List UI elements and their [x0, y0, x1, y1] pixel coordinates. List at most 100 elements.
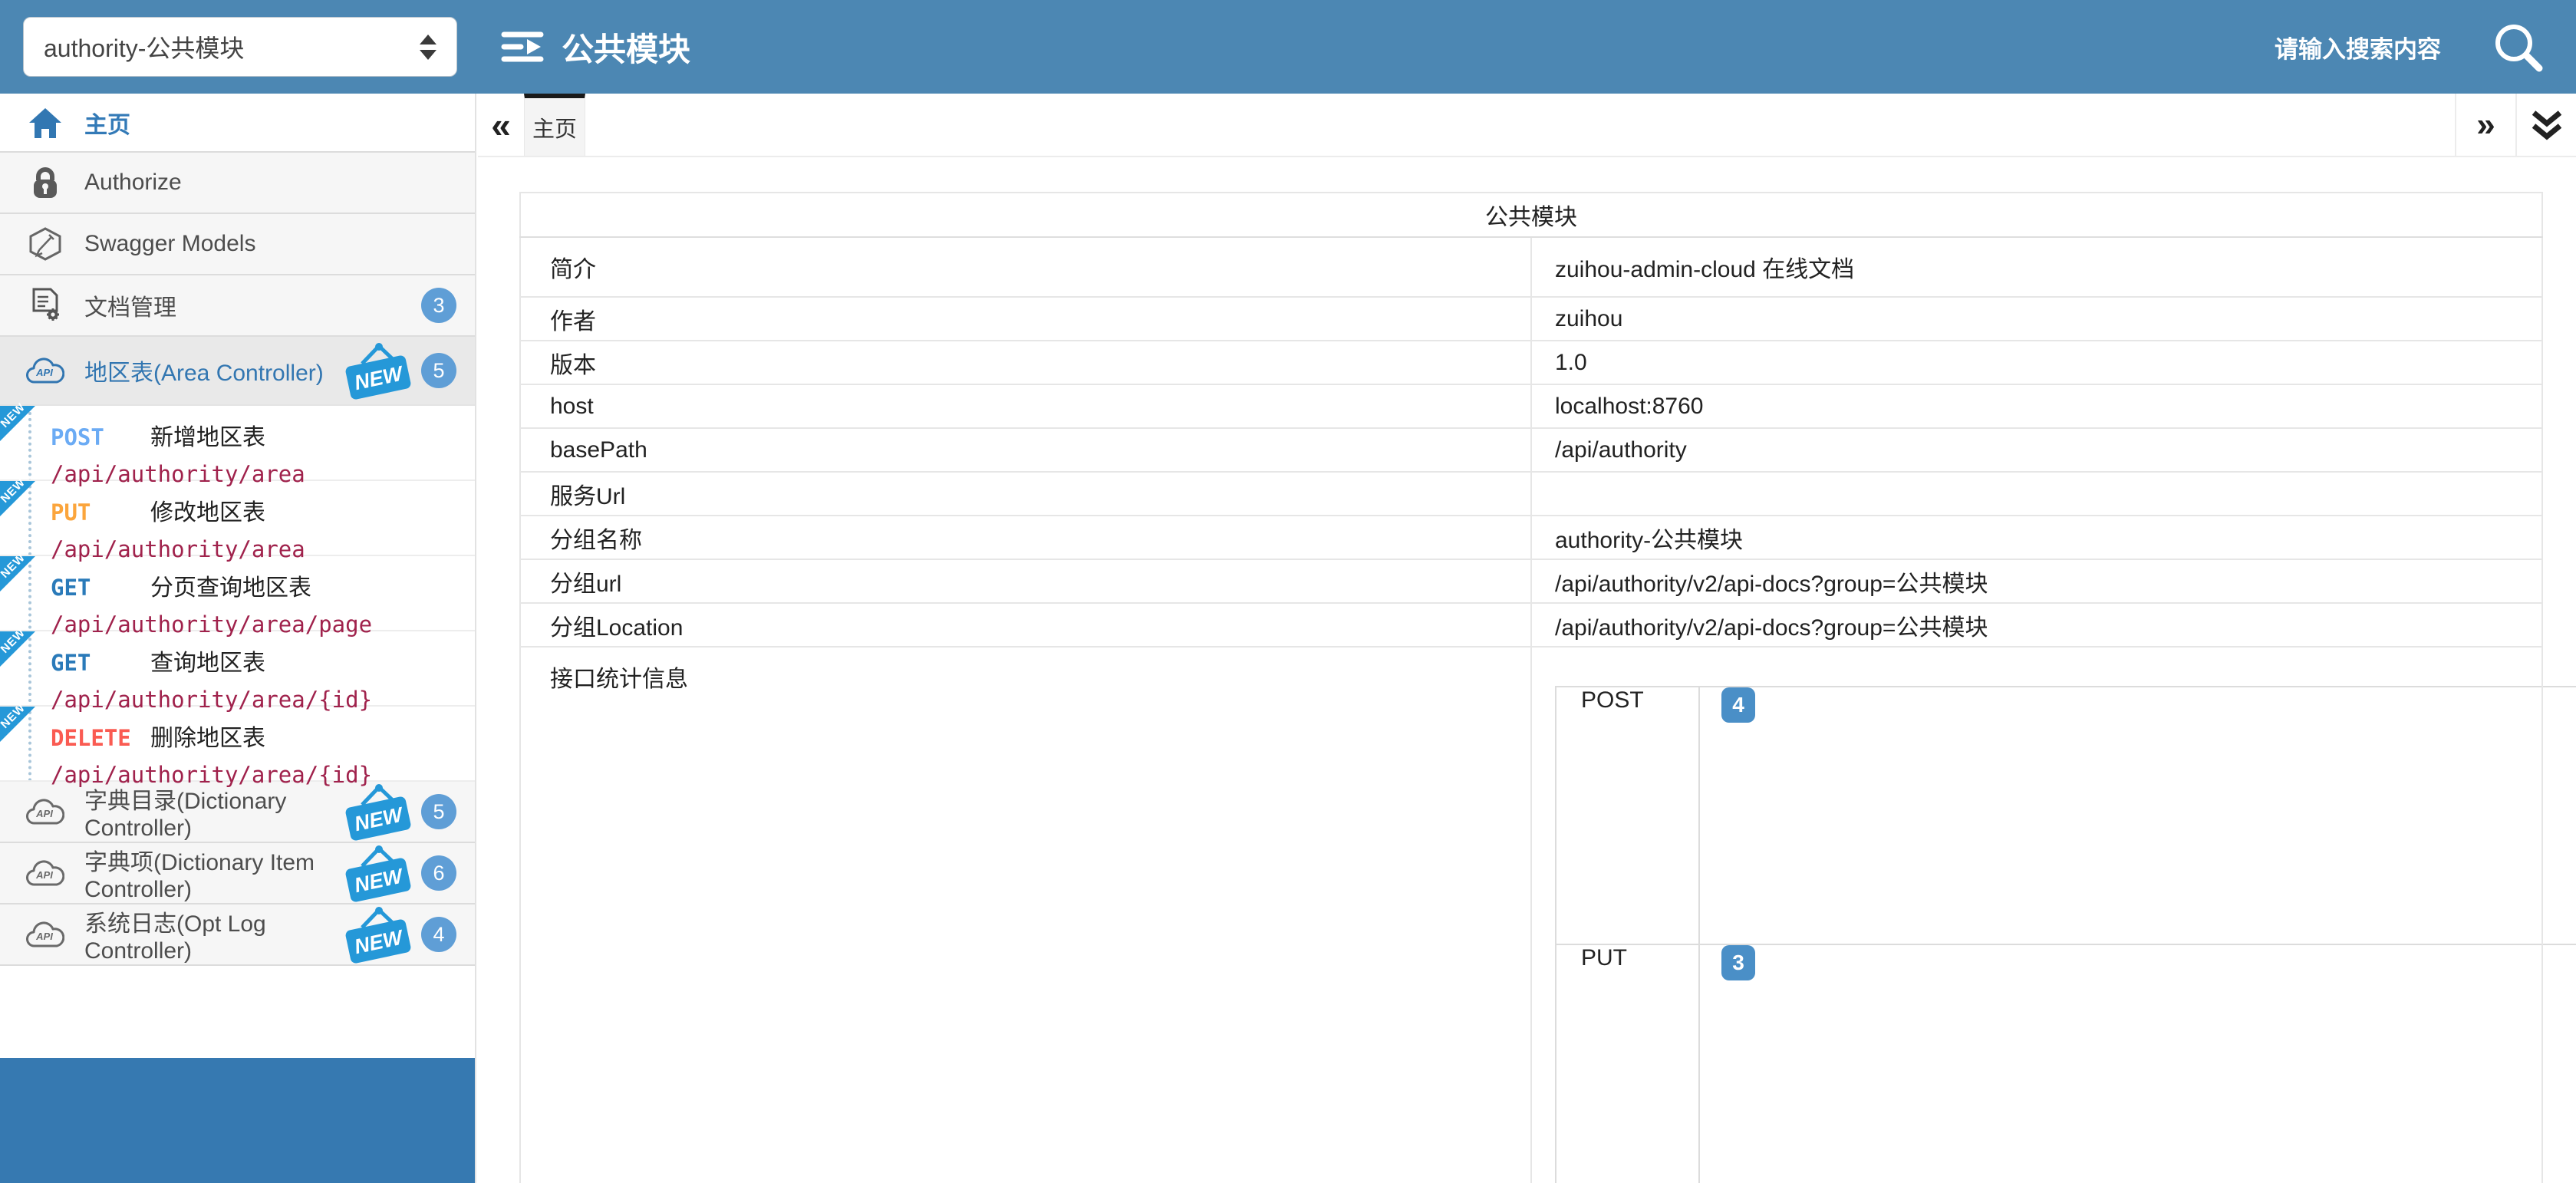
- new-ribbon-icon: NEW: [0, 481, 35, 516]
- double-chevron-down-icon: [2529, 110, 2564, 140]
- sidebar-item-authorize[interactable]: Authorize: [0, 153, 475, 214]
- stat-method: PUT: [1556, 944, 1699, 1183]
- new-tag-icon: NEW: [343, 782, 413, 842]
- endpoint-item-get-area-page[interactable]: NEW GET 分页查询地区表 /api/authority/area/page: [0, 556, 475, 631]
- main-area: « 主页 » 公共模块 简介 zuihou-admin-cloud 在线文档: [478, 94, 2576, 1183]
- method-label: DELETE: [51, 725, 150, 751]
- endpoint-item-delete-area-id[interactable]: NEW DELETE 删除地区表 /api/authority/area/{id…: [0, 707, 475, 782]
- models-hexagon-icon: [26, 227, 64, 261]
- tabs-collapse-button[interactable]: [2515, 94, 2576, 156]
- row-label: 分组Location: [520, 603, 1531, 647]
- endpoint-title: 分页查询地区表: [150, 568, 311, 602]
- sidebar-item-area-controller[interactable]: API 地区表(Area Controller) NEW 5: [0, 337, 475, 404]
- sidebar-item-label: 文档管理: [84, 288, 176, 322]
- endpoint-title: 查询地区表: [150, 644, 265, 677]
- endpoint-item-get-area-id[interactable]: NEW GET 查询地区表 /api/authority/area/{id}: [0, 631, 475, 707]
- new-tag-icon: NEW: [343, 843, 413, 903]
- table-title: 公共模块: [520, 193, 2542, 237]
- sidebar-item-label: 地区表(Area Controller): [84, 354, 324, 387]
- endpoint-title: 新增地区表: [150, 418, 265, 452]
- menu-fold-icon: [500, 28, 545, 65]
- sidebar-item-dictionary-item-controller[interactable]: API 字典项(Dictionary Item Controller) NEW …: [0, 843, 475, 905]
- cloud-api-icon: API: [26, 920, 64, 949]
- group-select[interactable]: authority-公共模块: [23, 17, 457, 77]
- cloud-api-icon: API: [26, 797, 64, 826]
- endpoint-path: /api/authority/area/{id}: [51, 762, 475, 788]
- row-value: 1.0: [1531, 341, 2542, 384]
- app-title: 公共模块: [500, 24, 690, 71]
- new-ribbon-icon: NEW: [0, 556, 35, 592]
- row-label: 分组名称: [520, 516, 1531, 559]
- count-badge: 3: [421, 288, 456, 323]
- row-value: localhost:8760: [1531, 384, 2542, 428]
- count-badge: 6: [421, 855, 456, 891]
- method-label: GET: [51, 650, 150, 676]
- method-label: PUT: [51, 499, 150, 526]
- new-ribbon-icon: NEW: [0, 631, 35, 667]
- top-header: authority-公共模块 公共模块 请输入搜索内容: [0, 0, 2576, 94]
- sidebar-item-label: 系统日志(Opt Log Controller): [84, 905, 343, 964]
- home-icon: [26, 107, 64, 139]
- sidebar: 主页 Authorize Swagger Models: [0, 94, 476, 1183]
- method-label: GET: [51, 575, 150, 601]
- row-value: /api/authority/v2/api-docs?group=公共模块: [1531, 559, 2542, 603]
- row-label: 简介: [520, 237, 1531, 297]
- api-stats-table: POST 4 PUT 3 GET 9 DELETE: [1555, 686, 2576, 1183]
- count-badge: 5: [421, 794, 456, 829]
- sidebar-item-label: Authorize: [84, 170, 182, 196]
- row-label: 分组url: [520, 559, 1531, 603]
- row-value: authority-公共模块: [1531, 516, 2542, 559]
- new-tag-icon: NEW: [343, 341, 413, 400]
- row-value: /api/authority: [1531, 428, 2542, 472]
- lock-icon: [26, 166, 64, 199]
- method-label: POST: [51, 424, 150, 450]
- stat-method: POST: [1556, 687, 1699, 944]
- document-gear-icon: [26, 288, 64, 323]
- endpoint-list: NEW POST 新增地区表 /api/authority/area NEW P…: [0, 404, 475, 782]
- tabs-scroll-left-button[interactable]: «: [478, 94, 524, 156]
- sidebar-item-label: 字典项(Dictionary Item Controller): [84, 843, 343, 903]
- stat-count-badge: 3: [1721, 945, 1755, 980]
- select-spinner-icon: [420, 35, 436, 60]
- endpoint-title: 修改地区表: [150, 493, 265, 527]
- sidebar-item-doc-manage[interactable]: 文档管理 3: [0, 275, 475, 337]
- row-value: zuihou: [1531, 297, 2542, 341]
- group-select-value: authority-公共模块: [44, 29, 410, 64]
- row-label: basePath: [520, 428, 1531, 472]
- row-value: /api/authority/v2/api-docs?group=公共模块: [1531, 603, 2542, 647]
- page-title: 公共模块: [562, 24, 690, 71]
- search-placeholder[interactable]: 请输入搜索内容: [2275, 30, 2441, 64]
- row-value: [1531, 472, 2542, 516]
- row-label: 服务Url: [520, 472, 1531, 516]
- svg-text:API: API: [35, 808, 53, 819]
- svg-text:API: API: [35, 931, 53, 942]
- count-badge: 5: [421, 353, 456, 388]
- module-info-table: 公共模块 简介 zuihou-admin-cloud 在线文档 作者 zuiho…: [519, 192, 2543, 1183]
- svg-text:API: API: [35, 869, 53, 881]
- endpoint-item-post-area[interactable]: NEW POST 新增地区表 /api/authority/area: [0, 406, 475, 481]
- svg-text:API: API: [35, 367, 53, 378]
- search-icon[interactable]: [2490, 19, 2545, 74]
- cloud-api-icon: API: [26, 858, 64, 888]
- sidebar-item-swagger-models[interactable]: Swagger Models: [0, 214, 475, 275]
- row-value: zuihou-admin-cloud 在线文档: [1531, 237, 2542, 297]
- tabs-scroll-right-button[interactable]: »: [2455, 94, 2515, 156]
- new-tag-icon: NEW: [343, 905, 413, 964]
- sidebar-item-label: 字典目录(Dictionary Controller): [84, 782, 343, 842]
- sidebar-item-label: 主页: [84, 106, 130, 140]
- sidebar-item-opt-log-controller[interactable]: API 系统日志(Opt Log Controller) NEW 4: [0, 905, 475, 966]
- count-badge: 4: [421, 917, 456, 952]
- new-ribbon-icon: NEW: [0, 406, 35, 441]
- row-label: 接口统计信息: [520, 647, 1531, 1183]
- home-tab-content: 公共模块 简介 zuihou-admin-cloud 在线文档 作者 zuiho…: [478, 159, 2576, 1183]
- new-ribbon-icon: NEW: [0, 707, 35, 742]
- sidebar-item-home[interactable]: 主页: [0, 94, 475, 153]
- endpoint-title: 删除地区表: [150, 719, 265, 753]
- sidebar-item-dictionary-controller[interactable]: API 字典目录(Dictionary Controller) NEW 5: [0, 782, 475, 843]
- row-label: 版本: [520, 341, 1531, 384]
- endpoint-item-put-area[interactable]: NEW PUT 修改地区表 /api/authority/area: [0, 481, 475, 556]
- cloud-api-icon: API: [26, 356, 64, 385]
- sidebar-footer-fill: [0, 1058, 475, 1183]
- tab-home[interactable]: 主页: [524, 94, 585, 156]
- tab-bar: « 主页 »: [478, 94, 2576, 157]
